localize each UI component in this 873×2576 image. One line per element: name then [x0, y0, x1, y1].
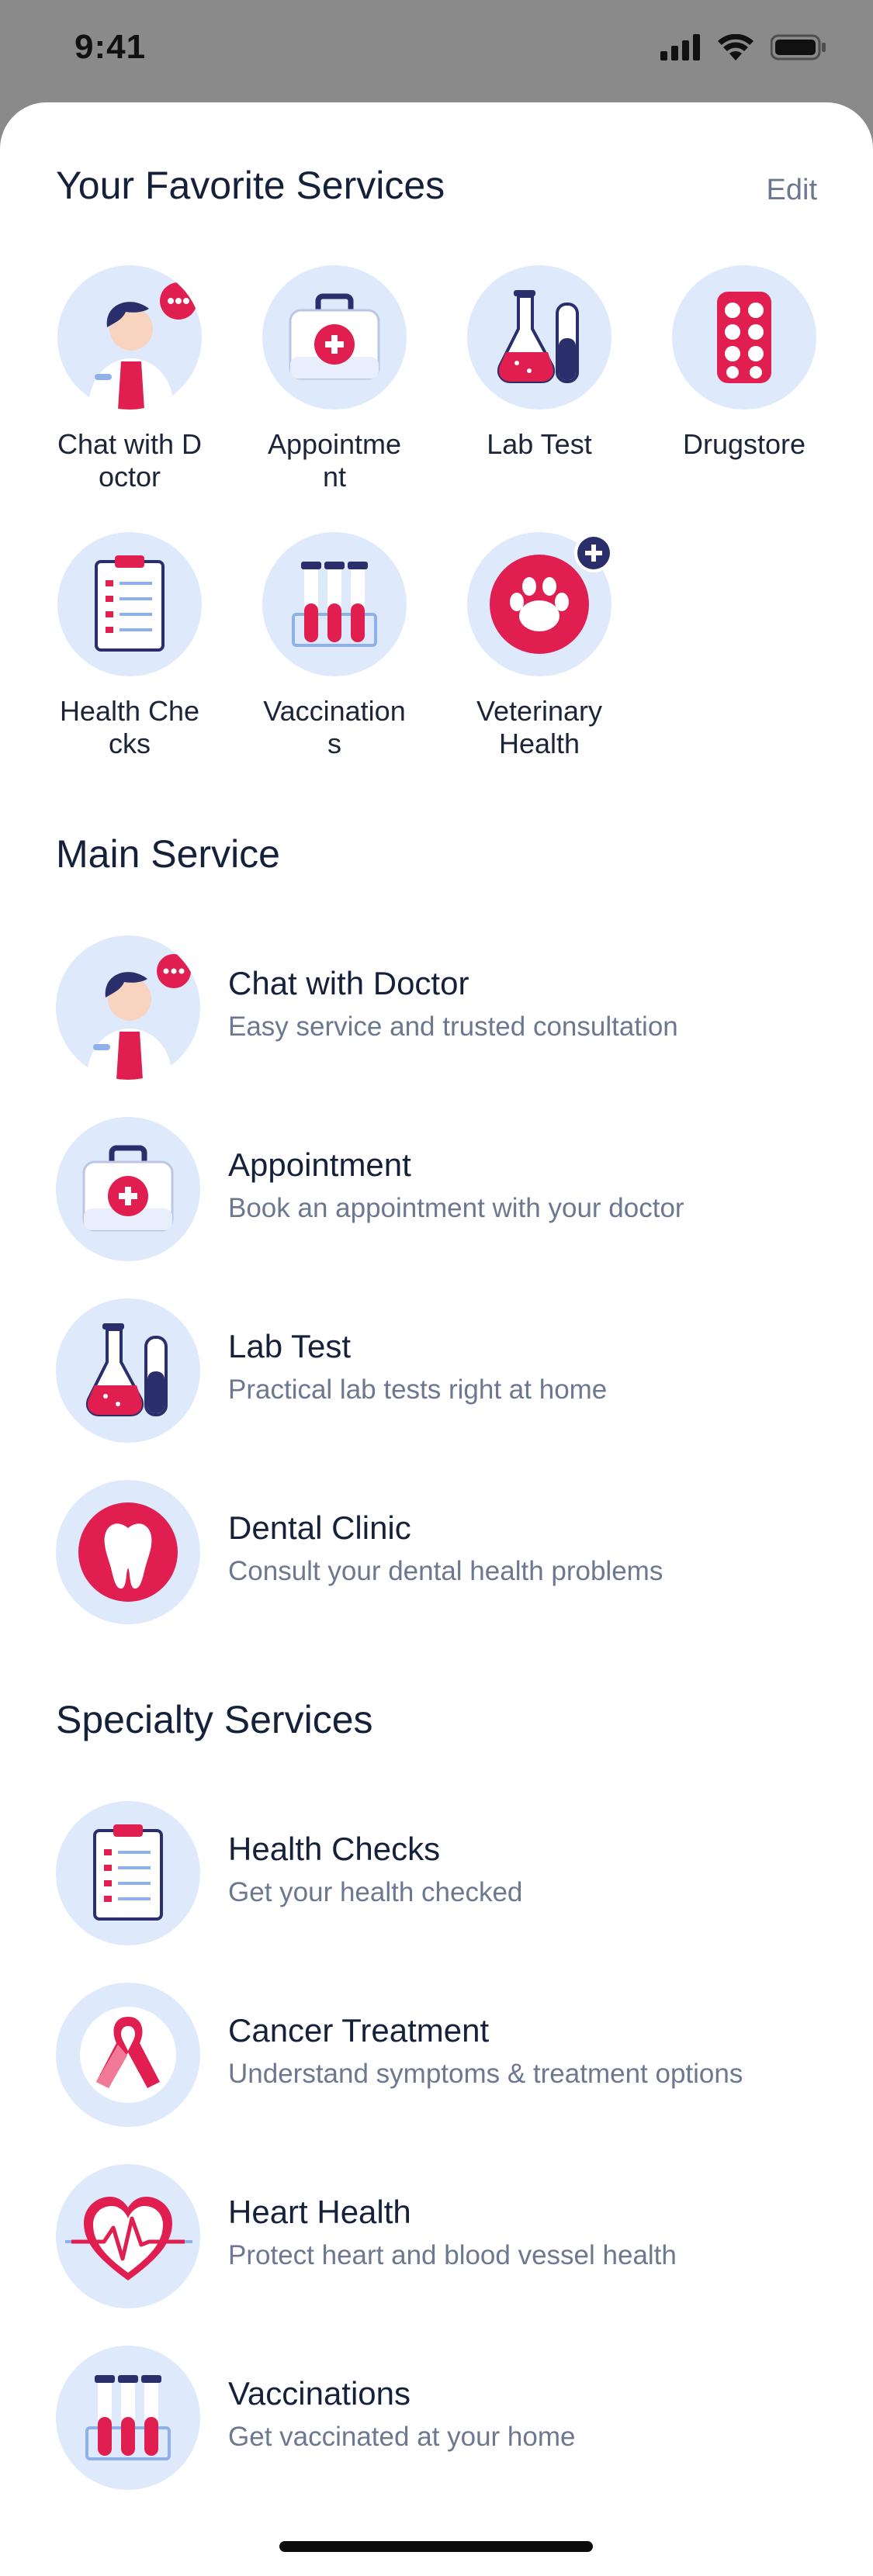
tooth-icon	[56, 1480, 200, 1624]
paw-icon	[467, 532, 613, 676]
favorites-title: Your Favorite Services	[56, 164, 445, 207]
fav-label: Lab Test	[487, 428, 592, 460]
main-service-title: Main Service	[56, 832, 280, 876]
main-service-item[interactable]: Dental Clinic Consult your dental health…	[56, 1480, 832, 1624]
specialty-service-item[interactable]: Vaccinations Get vaccinated at your home	[56, 2346, 832, 2490]
fav-label: Drugstore	[682, 428, 806, 460]
fav-lab-test[interactable]: Lab Test	[466, 265, 613, 461]
fav-label: Appointment	[267, 428, 402, 493]
test-tubes-icon	[262, 532, 407, 676]
service-title: Cancer Treatment	[228, 2012, 490, 2049]
service-title: Heart Health	[228, 2194, 411, 2230]
service-subtitle: Protect heart and blood vessel health	[228, 2240, 677, 2270]
pill-pack-icon	[672, 265, 816, 410]
fav-veterinary-health[interactable]: Veterinary Health	[466, 532, 613, 760]
doctor-icon	[57, 265, 202, 410]
signal-icon	[660, 34, 700, 61]
service-subtitle: Book an appointment with your doctor	[228, 1193, 684, 1223]
lab-flask-icon	[467, 265, 611, 410]
specialty-services-title: Specialty Services	[56, 1698, 373, 1741]
test-tubes-icon	[56, 2346, 200, 2490]
fav-label: Veterinary Health	[476, 695, 603, 759]
fav-appointment[interactable]: Appointment	[261, 265, 408, 493]
plus-icon	[574, 534, 613, 572]
status-icons	[660, 34, 826, 61]
specialty-service-item[interactable]: Heart Health Protect heart and blood ves…	[56, 2164, 832, 2308]
fav-vaccinations[interactable]: Vaccinations	[261, 532, 408, 760]
wifi-icon	[718, 34, 753, 61]
main-service-item[interactable]: Chat with Doctor Easy service and truste…	[56, 935, 832, 1080]
fav-label: Vaccinations	[263, 695, 406, 759]
service-subtitle: Practical lab tests right at home	[228, 1374, 608, 1405]
clipboard-icon	[57, 532, 202, 676]
service-subtitle: Get vaccinated at your home	[228, 2422, 576, 2452]
fav-health-checks[interactable]: Health Checks	[56, 532, 203, 760]
edit-button[interactable]: Edit	[767, 174, 817, 207]
ribbon-icon	[56, 1983, 200, 2127]
status-bar: 9:41	[0, 0, 873, 101]
service-title: Chat with Doctor	[228, 965, 469, 1001]
main-service-item[interactable]: Lab Test Practical lab tests right at ho…	[56, 1298, 832, 1443]
fav-chat-with-doctor[interactable]: Chat with Doctor	[56, 265, 203, 493]
fav-label: Health Checks	[59, 695, 200, 759]
main-service-item[interactable]: Appointment Book an appointment with you…	[56, 1117, 832, 1261]
specialty-service-item[interactable]: Cancer Treatment Understand symptoms & t…	[56, 1983, 832, 2127]
service-subtitle: Get your health checked	[228, 1877, 523, 1907]
status-time: 9:41	[74, 28, 147, 66]
heart-icon	[56, 2164, 200, 2308]
fav-drugstore[interactable]: Drugstore	[670, 265, 818, 461]
doctor-icon	[56, 935, 200, 1080]
service-subtitle: Easy service and trusted consultation	[228, 1011, 678, 1042]
chat-bubble-icon	[160, 282, 197, 320]
service-subtitle: Consult your dental health problems	[228, 1556, 663, 1586]
fav-label: Chat with Doctor	[57, 428, 203, 493]
service-title: Dental Clinic	[228, 1509, 411, 1546]
service-subtitle: Understand symptoms & treatment options	[228, 2059, 743, 2089]
battery-icon	[771, 34, 826, 61]
lab-flask-icon	[56, 1298, 200, 1443]
service-title: Vaccinations	[228, 2375, 411, 2412]
service-title: Appointment	[228, 1146, 411, 1183]
service-title: Lab Test	[228, 1328, 352, 1364]
medical-kit-icon	[56, 1117, 200, 1261]
clipboard-icon	[56, 1801, 200, 1945]
home-indicator[interactable]	[279, 2541, 593, 2552]
service-title: Health Checks	[228, 1831, 441, 1867]
medical-kit-icon	[262, 265, 407, 410]
services-sheet: Your Favorite Services Edit Chat with Do…	[0, 102, 873, 2576]
specialty-service-item[interactable]: Health Checks Get your health checked	[56, 1801, 832, 1945]
